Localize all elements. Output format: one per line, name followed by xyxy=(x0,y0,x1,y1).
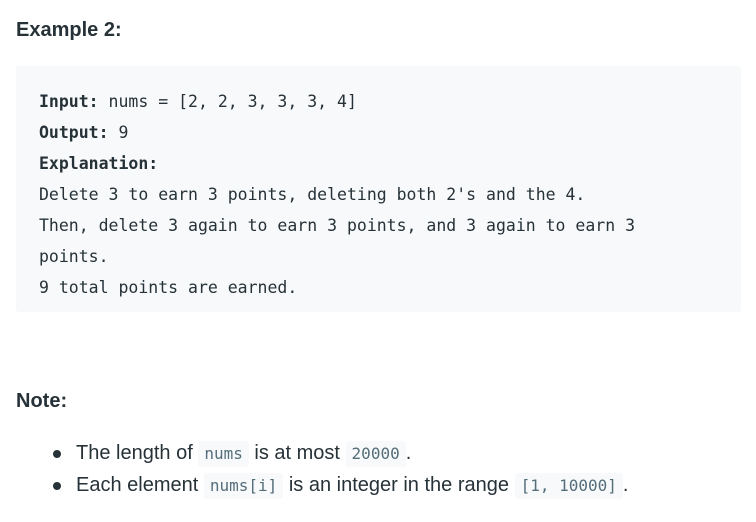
note-text: is an integer in the range xyxy=(283,474,515,496)
example-heading: Example 2: xyxy=(16,19,122,41)
inline-code: 20000 xyxy=(345,441,406,467)
inline-code: [1, 10000] xyxy=(514,473,623,499)
output-line: Output: 9 xyxy=(39,117,741,148)
note-item: Each element nums[i] is an integer in th… xyxy=(0,469,628,501)
explanation-line: points. xyxy=(39,247,109,266)
note-text: Each element xyxy=(76,474,204,496)
note-text: is at most xyxy=(248,442,346,464)
note-list: The length of nums is at most 20000. Eac… xyxy=(0,437,628,501)
note-text: . xyxy=(622,474,629,496)
bullet-icon xyxy=(53,450,61,458)
explanation-label-line: Explanation: xyxy=(39,148,741,179)
input-line: Input: nums = [2, 2, 3, 3, 3, 4] xyxy=(39,86,741,117)
explanation-line: Delete 3 to earn 3 points, deleting both… xyxy=(39,185,586,204)
input-value: nums = [2, 2, 3, 3, 3, 4] xyxy=(98,92,357,111)
bullet-icon xyxy=(53,482,61,490)
explanation-line: 9 total points are earned. xyxy=(39,278,298,297)
input-label: Input: xyxy=(39,92,99,111)
example-code-block: Input: nums = [2, 2, 3, 3, 3, 4] Output:… xyxy=(16,66,741,312)
output-value: 9 xyxy=(108,123,129,142)
note-text: . xyxy=(405,442,412,464)
note-text: The length of xyxy=(76,442,199,464)
inline-code: nums xyxy=(198,441,249,467)
output-label: Output: xyxy=(39,123,109,142)
explanation-line: Then, delete 3 again to earn 3 points, a… xyxy=(39,216,636,235)
note-item: The length of nums is at most 20000. xyxy=(0,437,628,469)
inline-code: nums[i] xyxy=(203,473,284,499)
explanation-label: Explanation: xyxy=(39,154,159,173)
note-heading: Note: xyxy=(16,390,68,412)
